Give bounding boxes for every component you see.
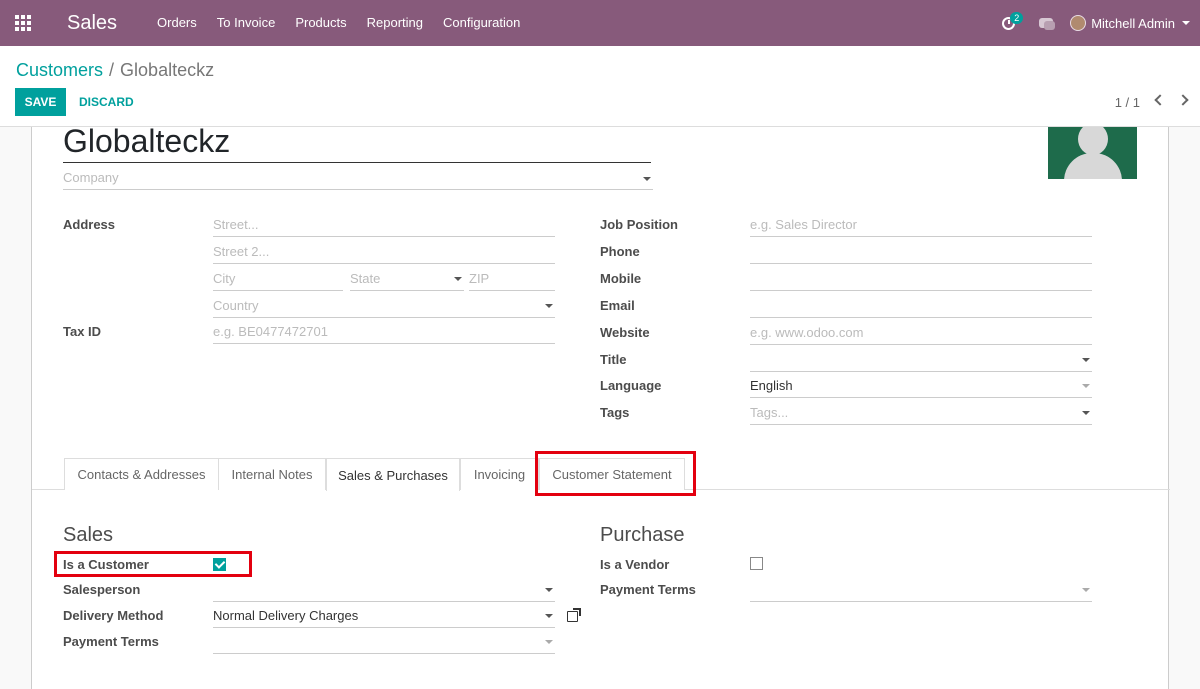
dropdown-caret-icon [545,588,553,592]
delivery-method-value: Normal Delivery Charges [213,608,359,623]
title-label: Title [600,352,627,367]
breadcrumb: Customers / Globalteckz [16,60,214,81]
title-select[interactable] [750,352,1092,372]
company-field[interactable]: Company [63,170,653,190]
is-vendor-label: Is a Vendor [600,557,670,572]
user-menu[interactable]: Mitchell Admin [1064,0,1200,46]
apps-menu-icon[interactable] [0,0,46,46]
navbar-systray: 2 Mitchell Admin [988,0,1200,46]
chevron-down-icon [1182,21,1190,25]
mobile-input[interactable] [750,271,1092,291]
activity-button[interactable]: 2 [988,0,1028,46]
tax-id-input[interactable]: e.g. BE0477472701 [213,324,555,344]
chat-icon [1039,18,1056,30]
state-select[interactable]: State [350,271,464,291]
tags-placeholder: Tags... [750,405,789,420]
menu-item-products[interactable]: Products [285,0,356,46]
sales-payment-terms-select[interactable] [213,634,555,654]
tax-id-label: Tax ID [63,324,102,339]
form-sheet: Globalteckz Company Address Street... St… [31,123,1170,689]
avatar [1070,15,1087,31]
purchase-payment-terms-select[interactable] [750,582,1092,602]
purchase-section-title: Purchase [600,524,685,546]
job-position-label: Job Position [600,217,678,232]
purchase-payment-terms-label: Payment Terms [600,582,696,597]
email-input[interactable] [750,298,1092,318]
dropdown-caret-icon [643,177,651,181]
language-select[interactable]: English [750,378,1092,398]
street-input[interactable]: Street... [213,217,555,237]
dropdown-caret-icon [454,277,462,281]
menu-item-orders[interactable]: Orders [147,0,207,46]
partner-name-input[interactable]: Globalteckz [63,121,651,163]
menu-item-to-invoice[interactable]: To Invoice [207,0,286,46]
tab-invoicing[interactable]: Invoicing [460,458,539,490]
dropdown-caret-icon [1082,358,1090,362]
customer-statement-highlight [535,451,696,496]
tab-internal-notes[interactable]: Internal Notes [218,458,326,490]
address-label: Address [63,217,116,232]
company-placeholder: Company [63,170,119,185]
tags-input[interactable]: Tags... [750,405,1092,425]
user-name: Mitchell Admin [1091,15,1175,31]
website-input[interactable]: e.g. www.odoo.com [750,325,1092,345]
pager-previous-icon[interactable] [1154,94,1166,106]
form-view: Globalteckz Company Address Street... St… [0,123,1200,689]
language-value: English [750,378,793,393]
dropdown-caret-icon [545,640,553,644]
salesperson-label: Salesperson [63,582,141,597]
breadcrumb-separator: / [109,60,115,80]
email-label: Email [600,298,635,313]
dropdown-caret-icon [1082,384,1090,388]
dropdown-caret-icon [545,304,553,308]
dropdown-caret-icon [545,614,553,618]
country-select[interactable]: Country [213,298,555,318]
sales-payment-terms-label: Payment Terms [63,634,159,649]
delivery-method-label: Delivery Method [63,608,164,623]
avatar-placeholder-head [1078,127,1108,155]
app-brand[interactable]: Sales [67,12,117,35]
country-placeholder: Country [213,298,259,313]
tab-contacts-addresses[interactable]: Contacts & Addresses [64,458,219,490]
pager-value[interactable]: 1 / 1 [1115,95,1140,110]
breadcrumb-customers[interactable]: Customers [16,60,103,80]
top-navbar: Sales Orders To Invoice Products Reporti… [0,0,1200,46]
avatar-placeholder-body [1064,153,1122,179]
save-button[interactable]: SAVE [15,88,66,116]
breadcrumb-current: Globalteckz [120,60,215,80]
zip-input[interactable]: ZIP [469,271,555,291]
city-input[interactable]: City [213,271,343,291]
mobile-label: Mobile [600,271,642,286]
is-vendor-checkbox[interactable] [750,557,763,570]
partner-image[interactable] [1048,127,1137,179]
is-customer-highlight [54,551,252,577]
street2-input[interactable]: Street 2... [213,244,555,264]
phone-input[interactable] [750,244,1092,264]
tags-label: Tags [600,405,630,420]
salesperson-select[interactable] [213,582,555,602]
job-position-input[interactable]: e.g. Sales Director [750,217,1092,237]
language-label: Language [600,378,662,393]
dropdown-caret-icon [1082,588,1090,592]
external-link-icon[interactable] [567,608,581,622]
menu-item-configuration[interactable]: Configuration [433,0,530,46]
activity-badge: 2 [1010,12,1024,24]
menu-item-reporting[interactable]: Reporting [357,0,433,46]
main-menu: Orders To Invoice Products Reporting Con… [147,0,530,46]
messaging-button[interactable] [1028,0,1064,46]
delivery-method-select[interactable]: Normal Delivery Charges [213,608,555,628]
state-placeholder: State [350,271,381,286]
website-label: Website [600,325,650,340]
pager-next-icon[interactable] [1177,94,1189,106]
tab-sales-purchases[interactable]: Sales & Purchases [326,458,460,491]
discard-button[interactable]: DISCARD [79,88,134,116]
control-panel: Customers / Globalteckz SAVE DISCARD 1 / 1 [0,46,1200,127]
dropdown-caret-icon [1082,411,1090,415]
sales-section-title: Sales [63,524,114,546]
phone-label: Phone [600,244,640,259]
